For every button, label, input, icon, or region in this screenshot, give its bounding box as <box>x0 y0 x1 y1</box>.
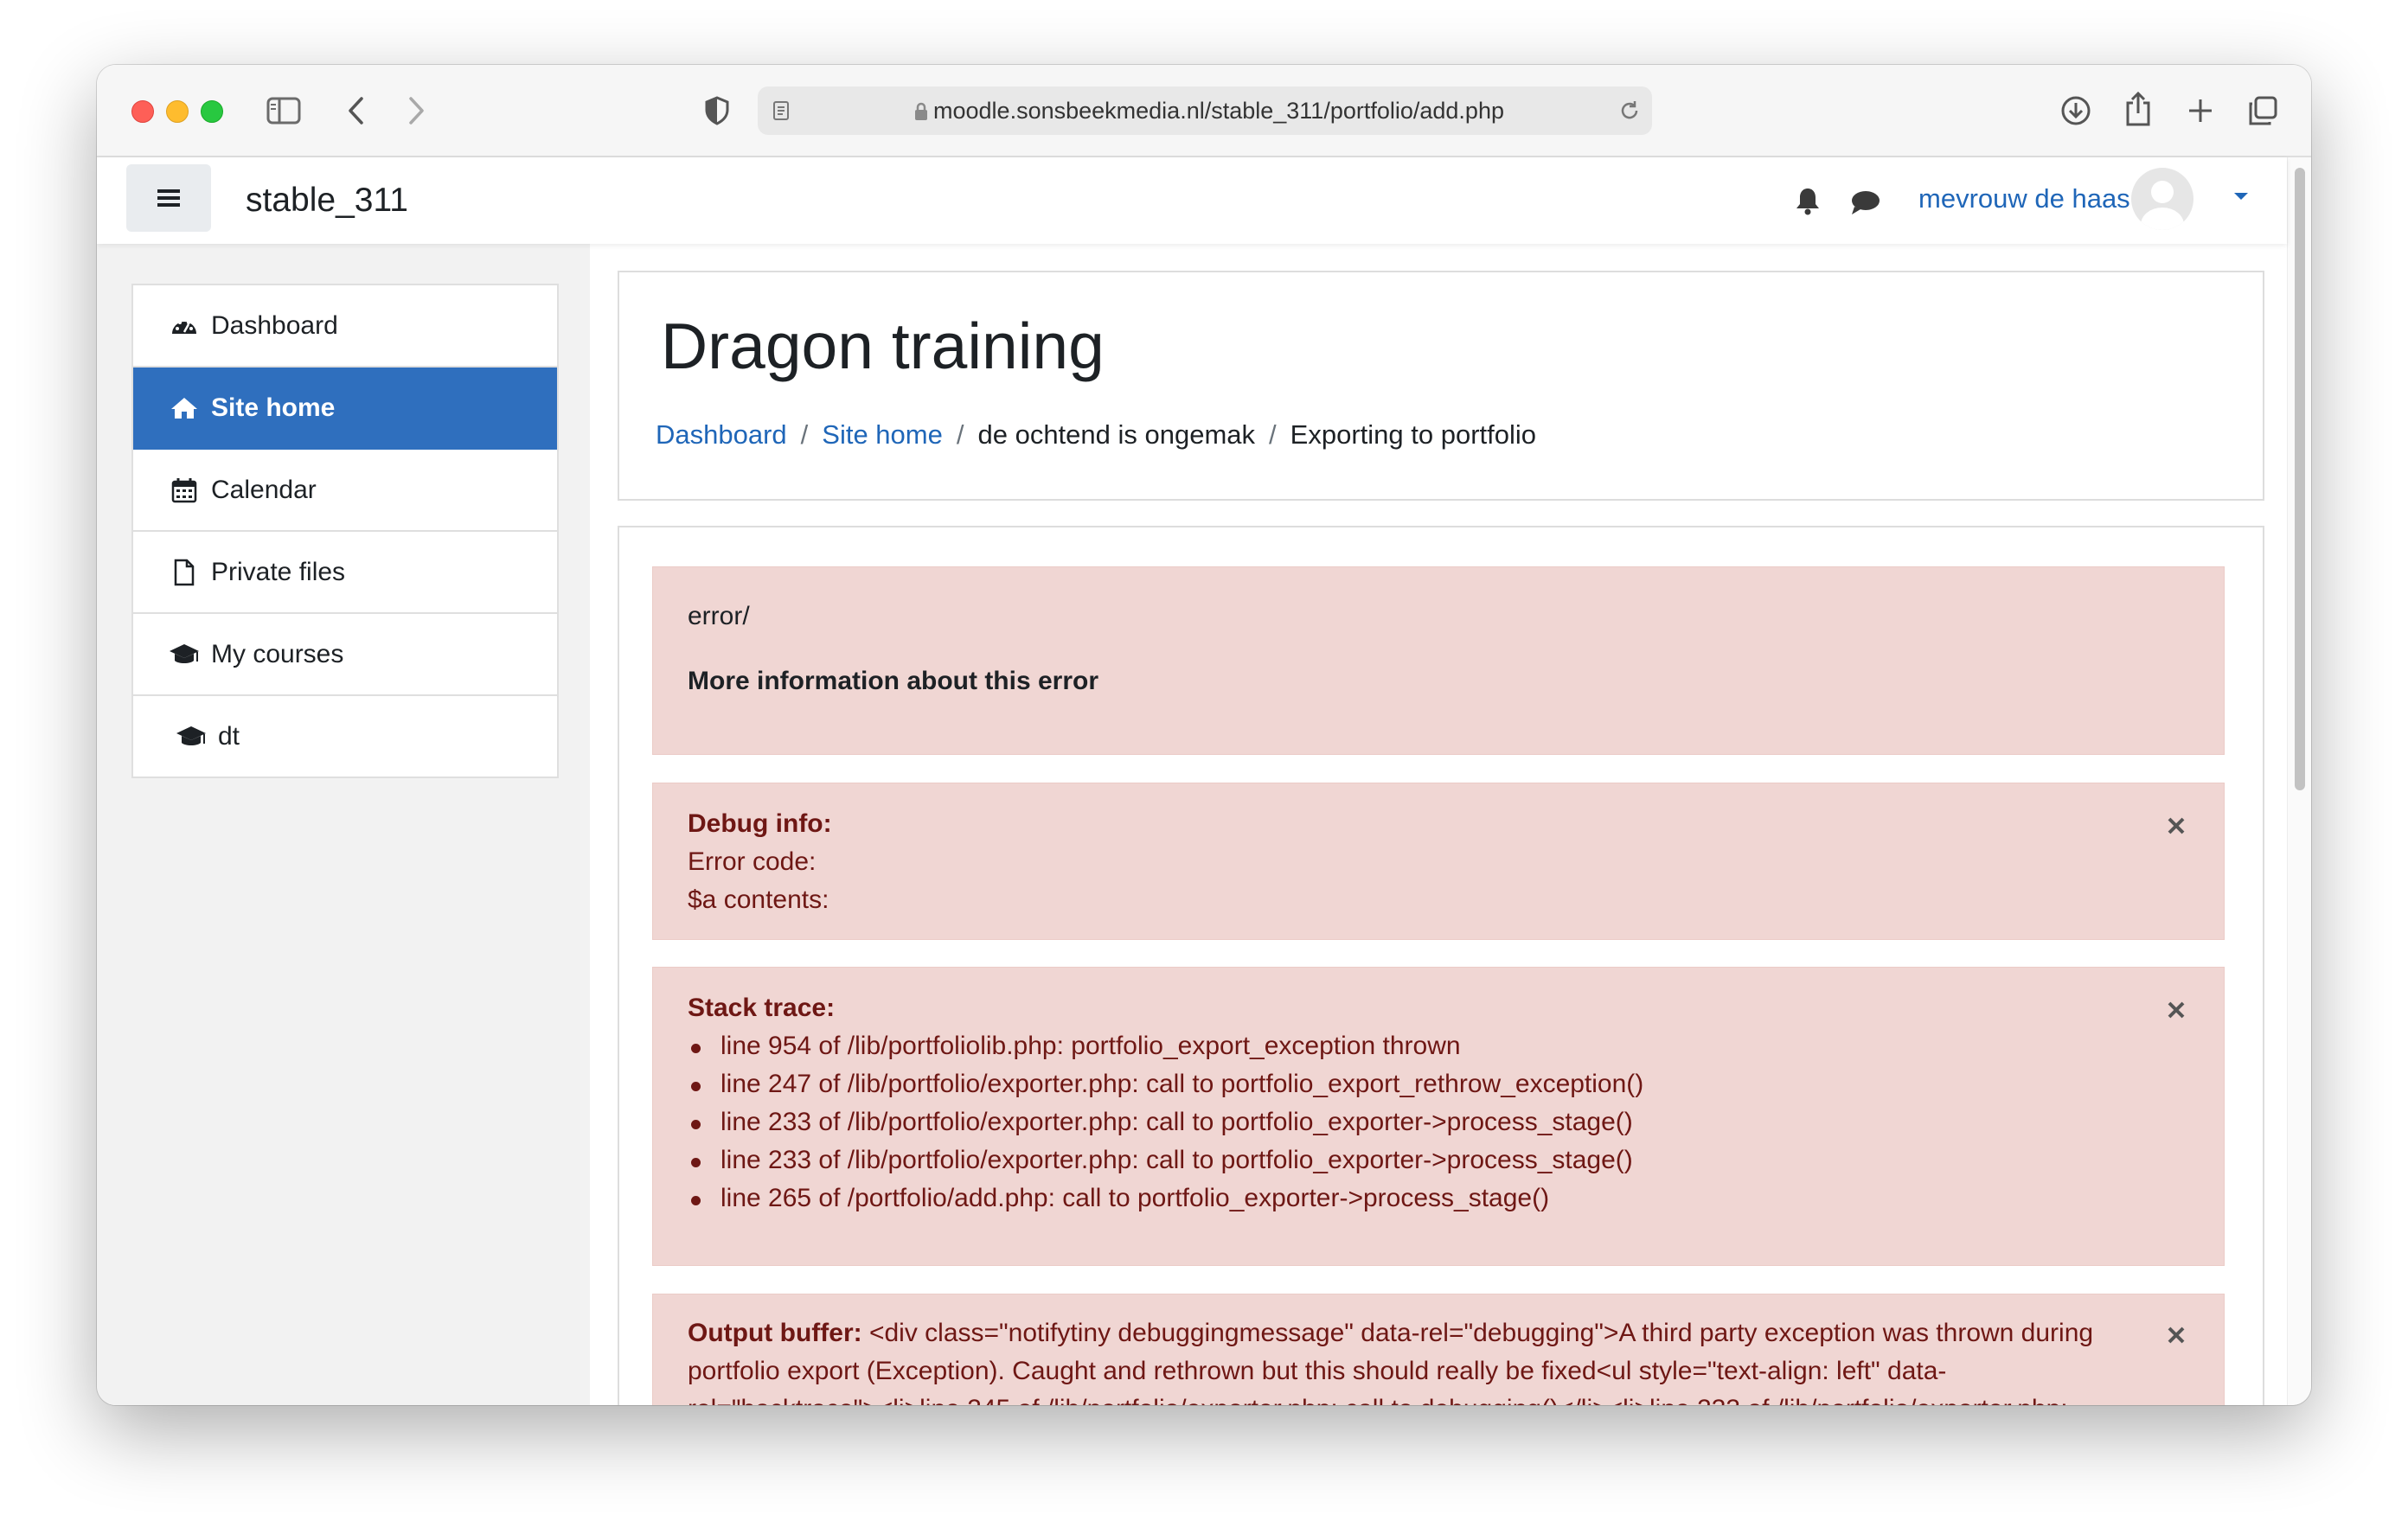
nav-list: Dashboard Site home Calendar Private fil… <box>131 284 559 778</box>
sidebar-item-label: My courses <box>211 640 344 668</box>
breadcrumb-separator: / <box>956 419 964 450</box>
forward-icon[interactable] <box>401 93 431 128</box>
sidebar-item-dashboard[interactable]: Dashboard <box>133 285 557 368</box>
sidebar-item-label: Private files <box>211 558 346 586</box>
breadcrumb-current: Exporting to portfolio <box>1290 419 1536 450</box>
graduation-cap-icon <box>168 614 201 694</box>
sidebar-item-site-home[interactable]: Site home <box>133 368 557 450</box>
home-icon <box>168 368 201 448</box>
close-window-button[interactable] <box>131 100 154 123</box>
scrollbar-thumb[interactable] <box>2295 168 2305 790</box>
more-info-link[interactable]: More information about this error <box>688 667 1098 696</box>
nav-drawer: Dashboard Site home Calendar Private fil… <box>97 244 590 1405</box>
stack-line-text: line 233 of /lib/portfolio/exporter.php:… <box>720 1108 1633 1136</box>
user-avatar-icon <box>2141 181 2184 230</box>
breadcrumb: Dashboard / Site home / de ochtend is ongema… <box>656 419 1536 451</box>
breadcrumb-site-home[interactable]: Site home <box>822 419 943 450</box>
page-title: Dragon training <box>661 310 1105 382</box>
tab-overview-icon[interactable] <box>2245 93 2280 128</box>
output-line: rel="backtrace"><li>line 245 of /lib/por… <box>688 1395 2068 1405</box>
share-icon[interactable] <box>2121 89 2155 129</box>
file-icon <box>168 532 201 612</box>
debug-info-alert: Debug info: Error code: $a contents: <box>652 783 2225 940</box>
sidebar-item-label: dt <box>218 722 240 751</box>
sidebar-item-my-courses[interactable]: My courses <box>133 614 557 696</box>
stack-line-text: line 233 of /lib/portfolio/exporter.php:… <box>720 1146 1633 1174</box>
bullet-icon <box>691 1082 701 1091</box>
notifications-bell-icon[interactable] <box>1792 183 1823 218</box>
sidebar-item-label: Dashboard <box>211 311 338 340</box>
page-header: Dragon training Dashboard / Site home / de o… <box>618 271 2264 501</box>
sidebar-item-private-files[interactable]: Private files <box>133 532 557 614</box>
sidebar-item-label: Calendar <box>211 476 317 504</box>
output-buffer-alert: Output buffer: <div class="notifytiny de… <box>652 1294 2225 1405</box>
user-menu-caret-icon[interactable] <box>2230 185 2252 208</box>
calendar-icon <box>168 450 201 530</box>
sidebar-item-course-dt[interactable]: dt <box>133 696 557 777</box>
output-line: portfolio export (Exception). Caught and… <box>688 1357 1947 1385</box>
page-scrollbar[interactable] <box>2287 157 2311 1405</box>
bullet-icon <box>691 1120 701 1129</box>
graduation-cap-icon <box>175 696 208 777</box>
browser-toolbar: moodle.sonsbeekmedia.nl/stable_311/portf… <box>97 65 2311 157</box>
new-tab-icon[interactable] <box>2183 93 2218 128</box>
output-line-text: <div class="notifytiny debuggingmessage"… <box>868 1319 2094 1347</box>
close-icon[interactable] <box>2163 1322 2189 1348</box>
bullet-icon <box>691 1196 701 1205</box>
drawer-toggle-button[interactable] <box>126 164 211 232</box>
breadcrumb-separator: / <box>800 419 809 450</box>
site-name[interactable]: stable_311 <box>246 157 408 244</box>
sidebar-item-label: Site home <box>211 393 336 422</box>
user-menu-name[interactable]: mevrouw de haas <box>1918 157 2130 240</box>
sidebar-item-calendar[interactable]: Calendar <box>133 450 557 532</box>
zoom-window-button[interactable] <box>201 100 223 123</box>
stack-heading: Stack trace: <box>688 994 836 1022</box>
hamburger-icon <box>157 189 180 207</box>
back-icon[interactable] <box>342 93 371 128</box>
close-icon[interactable] <box>2163 813 2189 839</box>
moodle-navbar: stable_311 mevrouw de haas <box>97 157 2287 244</box>
debug-line: $a contents: <box>688 885 829 914</box>
lock-icon <box>915 102 928 120</box>
sidebar-toggle-icon[interactable] <box>266 93 302 128</box>
breadcrumb-dashboard[interactable]: Dashboard <box>656 419 787 450</box>
error-alert: error/ More information about this error <box>652 566 2225 755</box>
output-line: Output buffer: <div class="notifytiny de… <box>688 1319 2093 1348</box>
error-message: error/ <box>688 602 750 630</box>
output-heading: Output buffer: <box>688 1319 862 1347</box>
debug-line: Error code: <box>688 847 817 876</box>
privacy-shield-icon[interactable] <box>702 94 732 127</box>
reload-icon[interactable] <box>1617 99 1642 123</box>
bullet-icon <box>691 1158 701 1167</box>
breadcrumb-separator: / <box>1269 419 1277 450</box>
bullet-icon <box>691 1044 701 1053</box>
debug-heading: Debug info: <box>688 809 832 838</box>
stack-line-text: line 247 of /lib/portfolio/exporter.php:… <box>720 1070 1644 1098</box>
avatar[interactable] <box>2131 168 2193 230</box>
dashboard-icon <box>168 285 201 366</box>
minimize-window-button[interactable] <box>166 100 189 123</box>
browser-window: moodle.sonsbeekmedia.nl/stable_311/portf… <box>97 65 2311 1405</box>
breadcrumb-course: de ochtend is ongemak <box>977 419 1256 450</box>
stack-line-text: line 265 of /portfolio/add.php: call to … <box>720 1184 1550 1212</box>
url-text[interactable]: moodle.sonsbeekmedia.nl/stable_311/portf… <box>758 86 1652 135</box>
url-value: moodle.sonsbeekmedia.nl/stable_311/portf… <box>933 98 1504 124</box>
messages-icon[interactable] <box>1848 185 1882 220</box>
stack-trace-alert: Stack trace: line 954 of /lib/portfoliol… <box>652 967 2225 1266</box>
address-bar[interactable]: moodle.sonsbeekmedia.nl/stable_311/portf… <box>758 86 1652 135</box>
downloads-icon[interactable] <box>2059 93 2093 128</box>
close-icon[interactable] <box>2163 997 2189 1023</box>
stack-line-text: line 954 of /lib/portfoliolib.php: portf… <box>720 1032 1461 1060</box>
